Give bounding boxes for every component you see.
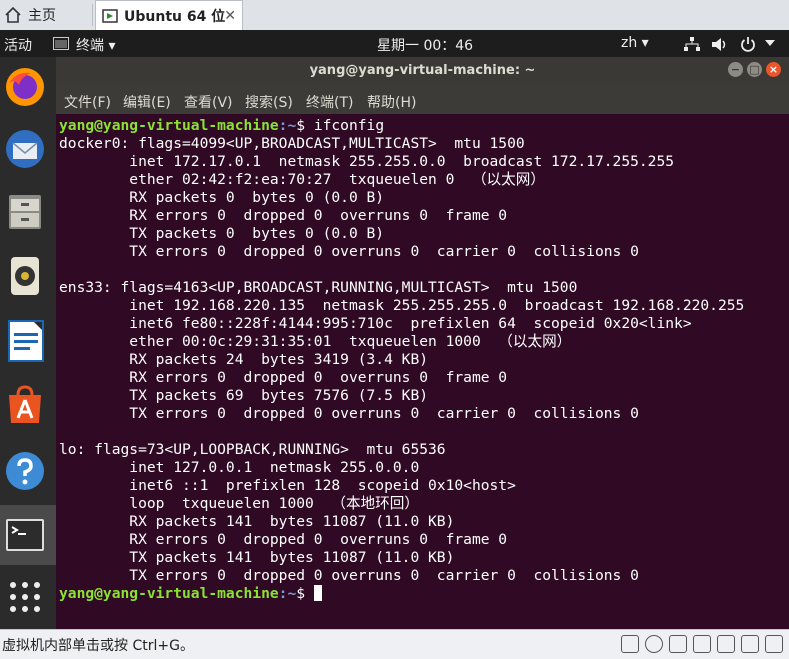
menu-view[interactable]: 查看(V) bbox=[184, 92, 233, 112]
dock-terminal[interactable] bbox=[3, 513, 47, 557]
dock-thunderbird[interactable] bbox=[3, 127, 47, 171]
firefox-icon bbox=[6, 68, 44, 106]
help-icon bbox=[6, 452, 44, 490]
menu-file[interactable]: 文件(F) bbox=[64, 92, 111, 112]
hdd-icon[interactable] bbox=[621, 635, 639, 653]
prompt-user-host: yang@yang-virtual-machine bbox=[59, 117, 279, 134]
top-panel: 活动 终端 ▾ 星期一 00：46 zh ▾ bbox=[0, 30, 789, 57]
close-button[interactable]: × bbox=[766, 62, 781, 77]
vm-icon bbox=[102, 8, 118, 23]
tab-vm[interactable]: Ubuntu 64 位 ✕ bbox=[95, 0, 243, 30]
display-icon[interactable] bbox=[741, 635, 759, 653]
network-adapter-icon[interactable] bbox=[669, 635, 687, 653]
network-icon[interactable] bbox=[684, 37, 700, 52]
menu-help[interactable]: 帮助(H) bbox=[367, 92, 416, 112]
sound-icon[interactable] bbox=[717, 635, 735, 653]
volume-icon[interactable] bbox=[711, 37, 729, 52]
thunderbird-icon bbox=[6, 130, 44, 168]
rhythmbox-icon bbox=[11, 257, 39, 295]
prompt-path-2: :~ bbox=[278, 585, 297, 602]
status-hint: 虚拟机内部单击或按 Ctrl+G。 bbox=[2, 638, 194, 654]
message-icon[interactable] bbox=[765, 635, 783, 653]
maximize-button[interactable]: □ bbox=[747, 62, 762, 77]
tab-separator bbox=[92, 4, 93, 26]
terminal-text: yang@yang-virtual-machine:~$ ifconfig do… bbox=[59, 117, 744, 603]
host-tab-bar: 主页 Ubuntu 64 位 ✕ bbox=[0, 0, 789, 31]
dock bbox=[0, 57, 56, 629]
software-icon bbox=[9, 385, 41, 423]
menu-bar: 文件(F) 编辑(E) 查看(V) 搜索(S) 终端(T) 帮助(H) bbox=[56, 84, 789, 114]
home-icon bbox=[5, 6, 21, 23]
dock-help[interactable] bbox=[3, 449, 47, 493]
dock-show-apps[interactable] bbox=[3, 575, 47, 619]
files-icon bbox=[9, 195, 41, 229]
minimize-button[interactable]: − bbox=[728, 62, 743, 77]
power-icon[interactable] bbox=[740, 36, 756, 52]
status-bar: 虚拟机内部单击或按 Ctrl+G。 bbox=[0, 629, 789, 659]
dock-files[interactable] bbox=[3, 189, 47, 233]
cursor bbox=[313, 585, 322, 601]
clock[interactable]: 星期一 00：46 bbox=[377, 35, 473, 55]
input-method-menu[interactable]: zh ▾ bbox=[621, 35, 649, 51]
window-titlebar[interactable]: yang@yang-virtual-machine: ~ − □ × bbox=[56, 57, 789, 84]
menu-terminal[interactable]: 终端(T) bbox=[306, 92, 353, 112]
dock-writer[interactable] bbox=[3, 319, 47, 363]
dock-firefox[interactable] bbox=[3, 65, 47, 109]
dock-rhythmbox[interactable] bbox=[3, 253, 47, 297]
menu-edit[interactable]: 编辑(E) bbox=[123, 92, 171, 112]
window-title: yang@yang-virtual-machine: ~ bbox=[309, 63, 536, 78]
tab-vm-label: Ubuntu 64 位 bbox=[124, 8, 226, 25]
tab-home-label: 主页 bbox=[28, 8, 56, 24]
prompt-suffix: $ bbox=[296, 117, 314, 134]
usb-icon[interactable] bbox=[693, 635, 711, 653]
prompt-user-host-2: yang@yang-virtual-machine bbox=[59, 585, 279, 602]
tab-home[interactable]: 主页 bbox=[0, 0, 92, 30]
device-icons bbox=[621, 635, 783, 653]
writer-icon bbox=[8, 320, 44, 362]
chevron-down-icon[interactable] bbox=[765, 40, 775, 47]
prompt-suffix-2: $ bbox=[296, 585, 314, 602]
command-text: ifconfig bbox=[313, 117, 385, 134]
prompt-path: :~ bbox=[278, 117, 297, 134]
app-menu-button[interactable]: 终端 ▾ bbox=[76, 35, 115, 55]
activities-button[interactable]: 活动 bbox=[4, 35, 32, 55]
terminal-icon bbox=[6, 519, 44, 551]
close-tab-icon[interactable]: ✕ bbox=[224, 8, 236, 24]
menu-search[interactable]: 搜索(S) bbox=[245, 92, 293, 112]
cdrom-icon[interactable] bbox=[645, 635, 663, 653]
command-output: docker0: flags=4099<UP,BROADCAST,MULTICA… bbox=[59, 135, 745, 584]
dock-software[interactable] bbox=[3, 383, 47, 427]
show-apps-icon bbox=[10, 582, 40, 612]
terminal-app-icon bbox=[53, 37, 69, 50]
terminal-area[interactable]: yang@yang-virtual-machine:~$ ifconfig do… bbox=[56, 114, 789, 629]
